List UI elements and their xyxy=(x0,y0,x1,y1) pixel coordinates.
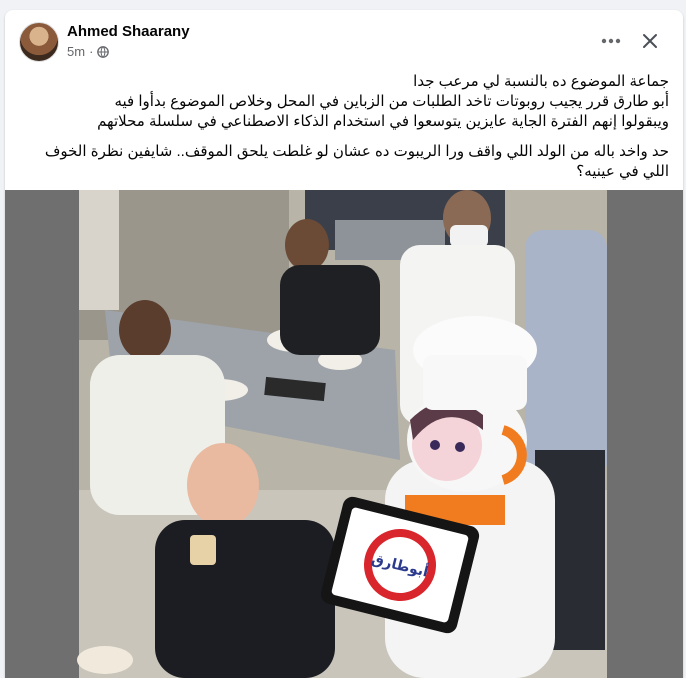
post-text-line: ويبقولوا إنهم الفترة الجاية عايزين يتوسع… xyxy=(97,113,669,130)
avatar[interactable] xyxy=(19,22,59,62)
more-dots-icon xyxy=(601,38,621,44)
post-card: Ahmed Shaarany 5m · جماعة الموضوع ده بال… xyxy=(5,10,683,678)
close-icon xyxy=(643,34,657,48)
close-button[interactable] xyxy=(635,26,665,56)
author-name[interactable]: Ahmed Shaarany xyxy=(67,23,190,40)
post-photo[interactable]: أبوطارق xyxy=(5,190,683,678)
post-header: Ahmed Shaarany 5m · xyxy=(5,10,683,70)
post-text-paragraph: حد واخد باله من الولد اللي واقف ورا الري… xyxy=(44,143,669,180)
post-time[interactable]: 5m xyxy=(67,44,85,59)
meta-separator: · xyxy=(89,44,94,59)
post-text: جماعة الموضوع ده بالنسبة لي مرعب جدا أبو… xyxy=(19,72,669,182)
more-options-button[interactable] xyxy=(597,27,625,55)
globe-icon[interactable] xyxy=(97,45,110,58)
post-meta: 5m · xyxy=(67,44,110,59)
post-text-line: أبو طارق قرر يجيب روبوتات تاخد الطلبات م… xyxy=(114,93,669,110)
restaurant-robot-photo: أبوطارق xyxy=(5,190,683,678)
post-text-line: جماعة الموضوع ده بالنسبة لي مرعب جدا xyxy=(413,73,669,90)
